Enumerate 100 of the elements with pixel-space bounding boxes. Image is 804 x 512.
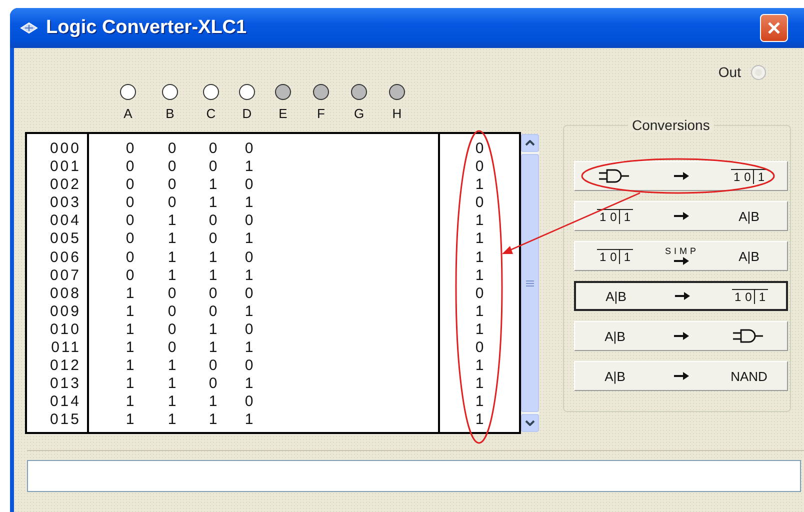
table-cell-text: 0 [124,140,136,158]
table-cell-text: 0 [166,284,178,303]
out-label: Out [718,64,741,80]
scroll-up-button[interactable] [521,134,539,152]
conversion-button[interactable]: 10 1 A|B [574,201,788,231]
output-cell[interactable]: 1 [475,411,484,430]
table-cell-text: 0 [124,248,136,267]
row-number: 002 [48,176,82,194]
table-cell-text: 1 [166,411,178,430]
close-icon [767,21,781,35]
output-cell[interactable]: 0 [475,194,484,212]
output-cell[interactable]: 1 [475,375,484,394]
expression-symbol: A|B [738,208,760,224]
output-cell[interactable]: 0 [475,284,484,303]
table-cell-text: 1 [244,411,254,430]
input-terminal[interactable] [389,84,405,100]
conversion-button[interactable]: 10 1 SIMP A|B [574,241,788,271]
input-terminal[interactable] [120,84,136,100]
window-title: Logic Converter-XLC1 [46,17,247,39]
input-terminal[interactable] [239,84,255,100]
table-cell-text: 1 [166,230,178,249]
app-icon [20,22,38,34]
input-terminal[interactable] [313,84,329,100]
table-cell-text: 1 [208,320,218,340]
table-cell-text: 0 [244,140,254,158]
scroll-thumb[interactable] [521,154,539,412]
column-label: A [124,106,132,121]
table-cell-text: 0 [208,284,218,303]
output-cell[interactable]: 1 [475,302,484,321]
input-terminal[interactable] [275,84,291,100]
output-cell[interactable]: 0 [475,158,484,176]
row-number: 003 [48,194,82,212]
conversion-button[interactable]: A|B [574,321,788,351]
output-cell[interactable]: 0 [475,140,484,158]
table-cell-text: 0 [166,140,178,158]
expression-symbol: A|B [738,248,760,264]
table-cell-text: 0 [124,266,136,285]
table-cell-text: 1 [208,393,218,412]
output-cell[interactable]: 1 [475,357,484,376]
table-cell-text: 1 [208,248,218,267]
table-cell-text: 1 [166,393,178,412]
column-label: D [242,106,252,121]
table-cell-text: 0 [244,212,254,230]
table-cell-text: 0 [208,212,218,230]
table-cell-text: 0 [244,248,254,267]
output-cell[interactable]: 1 [475,176,484,194]
table-cell-text: 1 [166,248,178,267]
input-terminal[interactable] [351,84,367,100]
output-cell[interactable]: 1 [475,266,484,285]
expression-field[interactable] [27,460,801,492]
table-cell-text: 1 [166,357,178,376]
table-cell-text: 0 [208,357,218,376]
output-cell[interactable]: 1 [475,248,484,267]
conversion-button[interactable]: 10 1 [574,161,788,191]
table-cell-text: 1 [124,302,136,321]
arrow-icon [674,331,690,341]
table-cell-text: 0 [166,339,178,358]
table-cell-text: 0 [166,194,178,212]
table-cell-text: 1 [124,357,136,376]
row-number: 015 [48,411,82,430]
table-cell-text: 0 [166,302,178,321]
column-label: B [166,106,174,121]
table-cell-text: 0 [166,320,178,340]
close-button[interactable] [760,14,788,42]
simp-label: SIMP [664,246,699,256]
table-cell-text: 0 [244,393,254,412]
arrow-icon [674,256,690,266]
conversion-button[interactable]: A|B 10 1 [574,281,788,311]
table-cell-text: 1 [244,194,254,212]
output-cell[interactable]: 1 [475,393,484,412]
output-cell[interactable]: 1 [475,212,484,230]
row-number: 001 [48,158,82,176]
table-cell-text: 0 [244,284,254,303]
table-cell-text: 1 [244,302,254,321]
scroll-down-button[interactable] [521,414,539,432]
output-cell[interactable]: 1 [475,230,484,249]
table-cell-text: 0 [244,357,254,376]
expression-symbol: A|B [604,368,626,384]
row-number: 012 [48,357,82,376]
table-cell-text: 0 [124,212,136,230]
table-cell-text: 0 [124,230,136,249]
input-terminal[interactable] [162,84,178,100]
table-cell-text: 0 [208,230,218,249]
gate-icon [733,329,765,343]
table-cell-text: 0 [208,140,218,158]
row-number: 009 [48,302,82,321]
column-label: H [392,106,402,121]
table-cell-text: 0 [244,176,254,194]
output-cell[interactable]: 1 [475,320,484,340]
expression-symbol: A|B [606,288,626,304]
input-terminal[interactable] [203,84,219,100]
table-cell-text: 1 [124,320,136,340]
table-cell-text: 0 [208,158,218,176]
conversion-button[interactable]: A|B NAND [574,361,788,391]
row-number: 008 [48,284,82,303]
output-cell[interactable]: 0 [475,339,484,358]
row-number: 004 [48,212,82,230]
column-label: E [278,106,288,121]
table-cell-text: 1 [124,411,136,430]
table-cell-text: 1 [244,339,254,358]
